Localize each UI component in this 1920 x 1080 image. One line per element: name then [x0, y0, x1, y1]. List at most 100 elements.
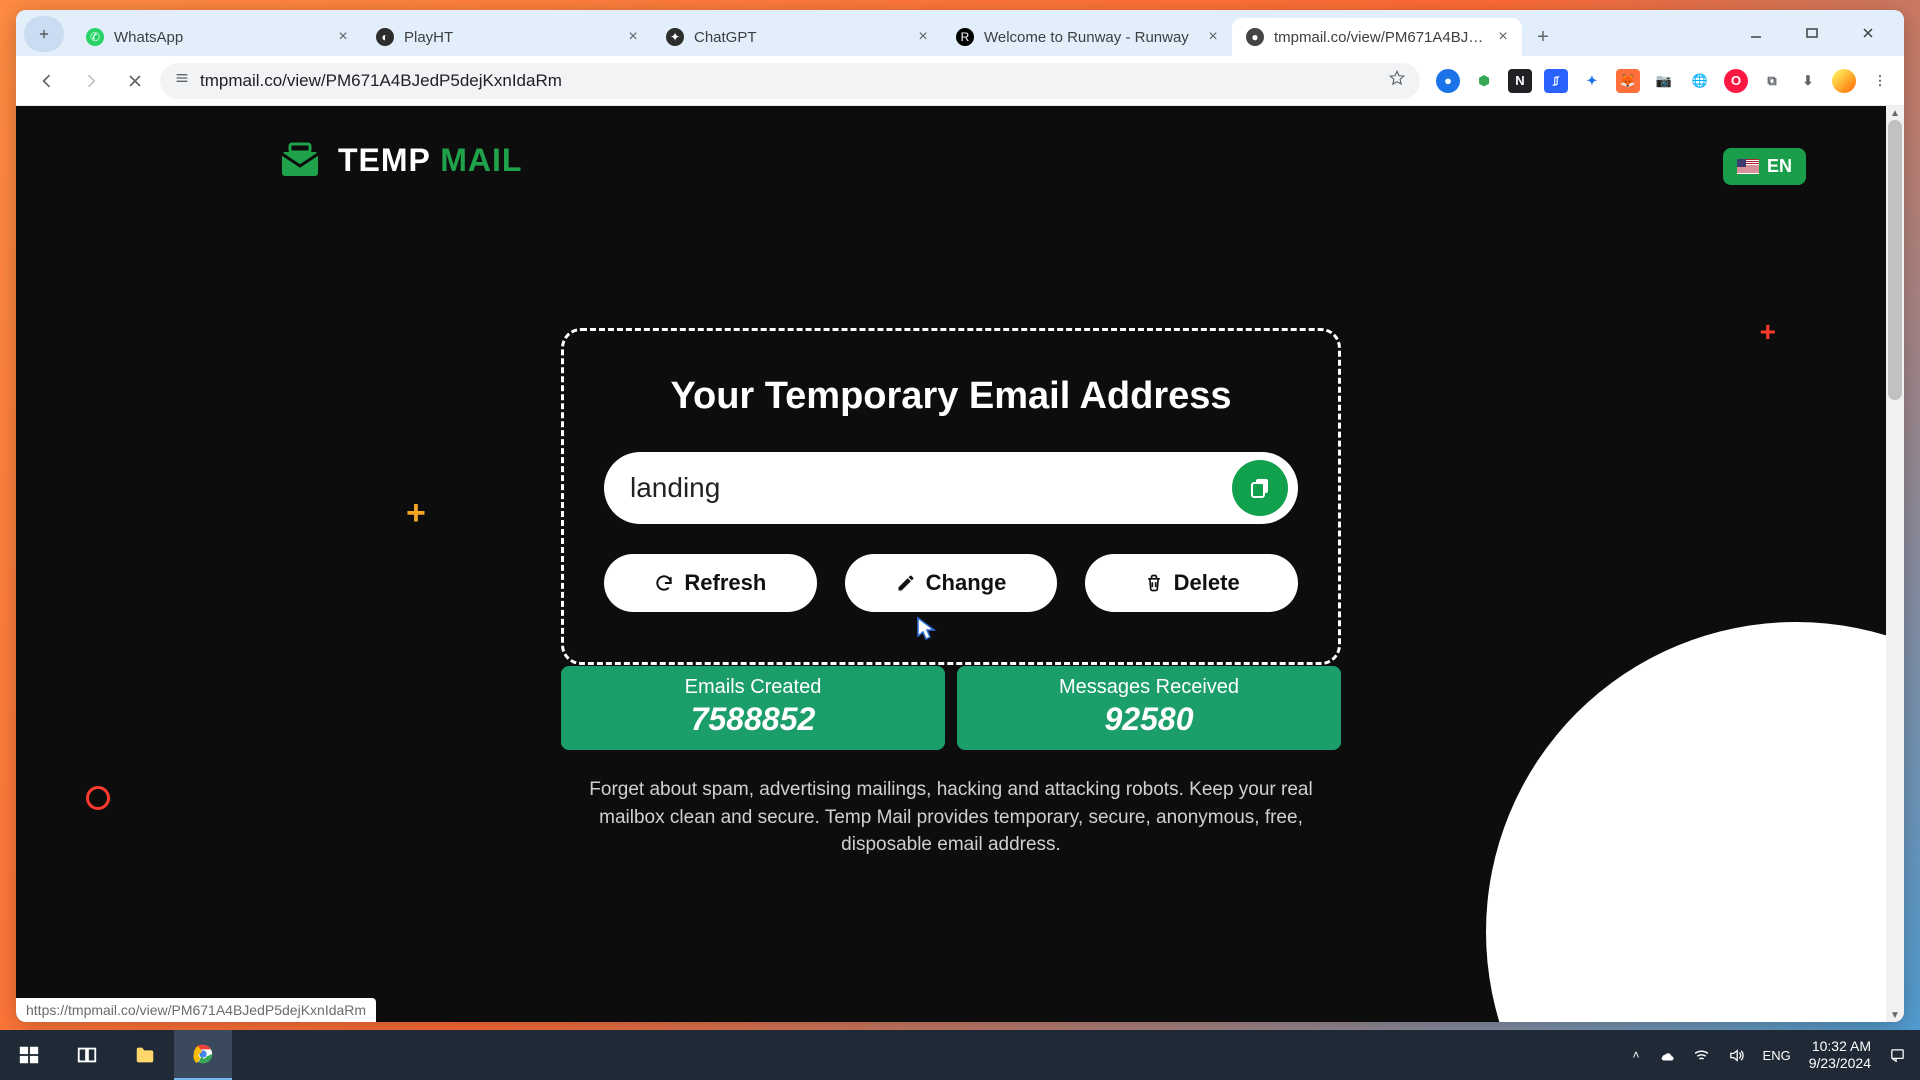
tab-strip: ✆ WhatsApp × ◐ PlayHT × ✦ ChatGPT × R Welcome to R… — [16, 10, 1904, 56]
page-viewport: TEMP MAIL EN + + Your Temporary Email Ad… — [16, 106, 1904, 1022]
bookmark-star-icon[interactable] — [1388, 69, 1406, 92]
window-close[interactable] — [1840, 16, 1896, 50]
card-title: Your Temporary Email Address — [604, 375, 1298, 418]
copy-icon — [1248, 476, 1272, 500]
site-info-icon[interactable] — [174, 70, 190, 91]
taskbar-chrome[interactable] — [174, 1030, 232, 1080]
nav-back[interactable] — [28, 62, 66, 100]
chrome-menu-icon[interactable]: ⋮ — [1868, 69, 1892, 93]
mouse-cursor-icon — [916, 616, 938, 647]
email-input[interactable] — [630, 472, 1232, 504]
refresh-button[interactable]: Refresh — [604, 554, 817, 612]
extensions-puzzle-icon[interactable]: ✦ — [1580, 69, 1604, 93]
copy-button[interactable] — [1232, 460, 1288, 516]
scroll-down-icon[interactable]: ▼ — [1886, 1008, 1904, 1022]
address-bar[interactable]: tmpmail.co/view/PM671A4BJedP5dejKxnIdaRm — [160, 63, 1420, 99]
browser-tab[interactable]: ◐ PlayHT × — [362, 18, 652, 56]
language-selector[interactable]: EN — [1723, 148, 1806, 185]
browser-tab[interactable]: ● tmpmail.co/view/PM671A4BJe… × — [1232, 18, 1522, 56]
window-minimize[interactable] — [1728, 16, 1784, 50]
ext-icon[interactable]: O — [1724, 69, 1748, 93]
tray-clock[interactable]: 10:32 AM 9/23/2024 — [1809, 1038, 1871, 1072]
decorative-circle-icon — [86, 786, 110, 810]
email-field-row — [604, 452, 1298, 524]
scroll-up-icon[interactable]: ▲ — [1886, 106, 1904, 120]
taskbar-file-explorer[interactable] — [116, 1030, 174, 1080]
trash-icon — [1144, 573, 1164, 593]
stat-messages-received: Messages Received 92580 — [957, 666, 1341, 750]
browser-tab[interactable]: ✦ ChatGPT × — [652, 18, 942, 56]
stat-value: 7588852 — [561, 701, 945, 738]
stat-emails-created: Emails Created 7588852 — [561, 666, 945, 750]
ext-icon[interactable]: 📷 — [1652, 69, 1676, 93]
tab-search-button[interactable] — [24, 16, 64, 52]
stat-value: 92580 — [957, 701, 1341, 738]
ext-icon[interactable]: 🌐 — [1688, 69, 1712, 93]
decorative-curve — [1486, 622, 1904, 1022]
tab-close-icon[interactable]: × — [914, 28, 932, 46]
downloads-icon[interactable]: ⬇ — [1796, 69, 1820, 93]
profile-avatar[interactable] — [1832, 69, 1856, 93]
tab-favicon: ✦ — [666, 28, 684, 46]
task-view-button[interactable] — [58, 1030, 116, 1080]
decorative-plus-icon: + — [1760, 316, 1776, 348]
ext-icon[interactable]: 🦊 — [1616, 69, 1640, 93]
ext-icon[interactable]: ● — [1436, 69, 1460, 93]
scrollbar[interactable]: ▲ ▼ — [1886, 106, 1904, 1022]
tab-close-icon[interactable]: × — [1204, 28, 1222, 46]
ext-icon[interactable]: N — [1508, 69, 1532, 93]
ext-icon[interactable]: ⧉ — [1760, 69, 1784, 93]
tab-title: Welcome to Runway - Runway — [984, 29, 1194, 46]
stat-label: Messages Received — [957, 676, 1341, 699]
extension-icons: ● ⬢ N ⎎ ✦ 🦊 📷 🌐 O ⧉ ⬇ ⋮ — [1426, 69, 1892, 93]
scrollbar-thumb[interactable] — [1888, 120, 1902, 400]
wifi-icon[interactable] — [1693, 1047, 1710, 1064]
browser-window: ✆ WhatsApp × ◐ PlayHT × ✦ ChatGPT × R Welcome to R… — [16, 10, 1904, 1022]
tray-overflow-icon[interactable]: ˄ — [1633, 1048, 1640, 1062]
email-card: Your Temporary Email Address Refresh Cha… — [561, 328, 1341, 665]
decorative-plus-icon: + — [406, 494, 426, 533]
language-code: EN — [1767, 156, 1792, 177]
logo-text: TEMP MAIL — [338, 142, 522, 179]
tab-favicon: R — [956, 28, 974, 46]
delete-button[interactable]: Delete — [1085, 554, 1298, 612]
change-button[interactable]: Change — [845, 554, 1058, 612]
browser-tab[interactable]: ✆ WhatsApp × — [72, 18, 362, 56]
tab-favicon: ◐ — [376, 28, 394, 46]
taskbar: ˄ ENG 10:32 AM 9/23/2024 — [0, 1030, 1920, 1080]
nav-stop[interactable] — [116, 62, 154, 100]
start-button[interactable] — [0, 1030, 58, 1080]
pencil-icon — [896, 573, 916, 593]
ext-icon[interactable]: ⎎ — [1544, 69, 1568, 93]
onedrive-icon[interactable] — [1658, 1047, 1675, 1064]
action-buttons: Refresh Change Delete — [604, 554, 1298, 612]
tray-language[interactable]: ENG — [1763, 1048, 1791, 1063]
new-tab-button[interactable]: + — [1526, 20, 1560, 54]
tab-close-icon[interactable]: × — [334, 28, 352, 46]
tab-close-icon[interactable]: × — [624, 28, 642, 46]
status-bar-link: https://tmpmail.co/view/PM671A4BJedP5dej… — [16, 998, 376, 1022]
volume-icon[interactable] — [1728, 1047, 1745, 1064]
tab-favicon: ● — [1246, 28, 1264, 46]
stat-label: Emails Created — [561, 676, 945, 699]
notifications-icon[interactable] — [1889, 1047, 1906, 1064]
browser-tab[interactable]: R Welcome to Runway - Runway × — [942, 18, 1232, 56]
description-text: Forget about spam, advertising mailings,… — [571, 776, 1331, 859]
window-maximize[interactable] — [1784, 16, 1840, 50]
tab-close-icon[interactable]: × — [1494, 28, 1512, 46]
tab-title: tmpmail.co/view/PM671A4BJe… — [1274, 29, 1484, 46]
url-text: tmpmail.co/view/PM671A4BJedP5dejKxnIdaRm — [200, 71, 1378, 91]
stats-row: Emails Created 7588852 Messages Received… — [561, 666, 1341, 750]
tab-title: ChatGPT — [694, 29, 904, 46]
logo-mark-icon — [276, 140, 324, 180]
ext-icon[interactable]: ⬢ — [1472, 69, 1496, 93]
refresh-icon — [654, 573, 674, 593]
tab-title: WhatsApp — [114, 29, 324, 46]
site-logo[interactable]: TEMP MAIL — [276, 140, 522, 180]
window-controls — [1728, 16, 1896, 50]
toolbar: tmpmail.co/view/PM671A4BJedP5dejKxnIdaRm… — [16, 56, 1904, 106]
tab-title: PlayHT — [404, 29, 614, 46]
nav-forward[interactable] — [72, 62, 110, 100]
tab-favicon: ✆ — [86, 28, 104, 46]
flag-us-icon — [1737, 159, 1759, 174]
